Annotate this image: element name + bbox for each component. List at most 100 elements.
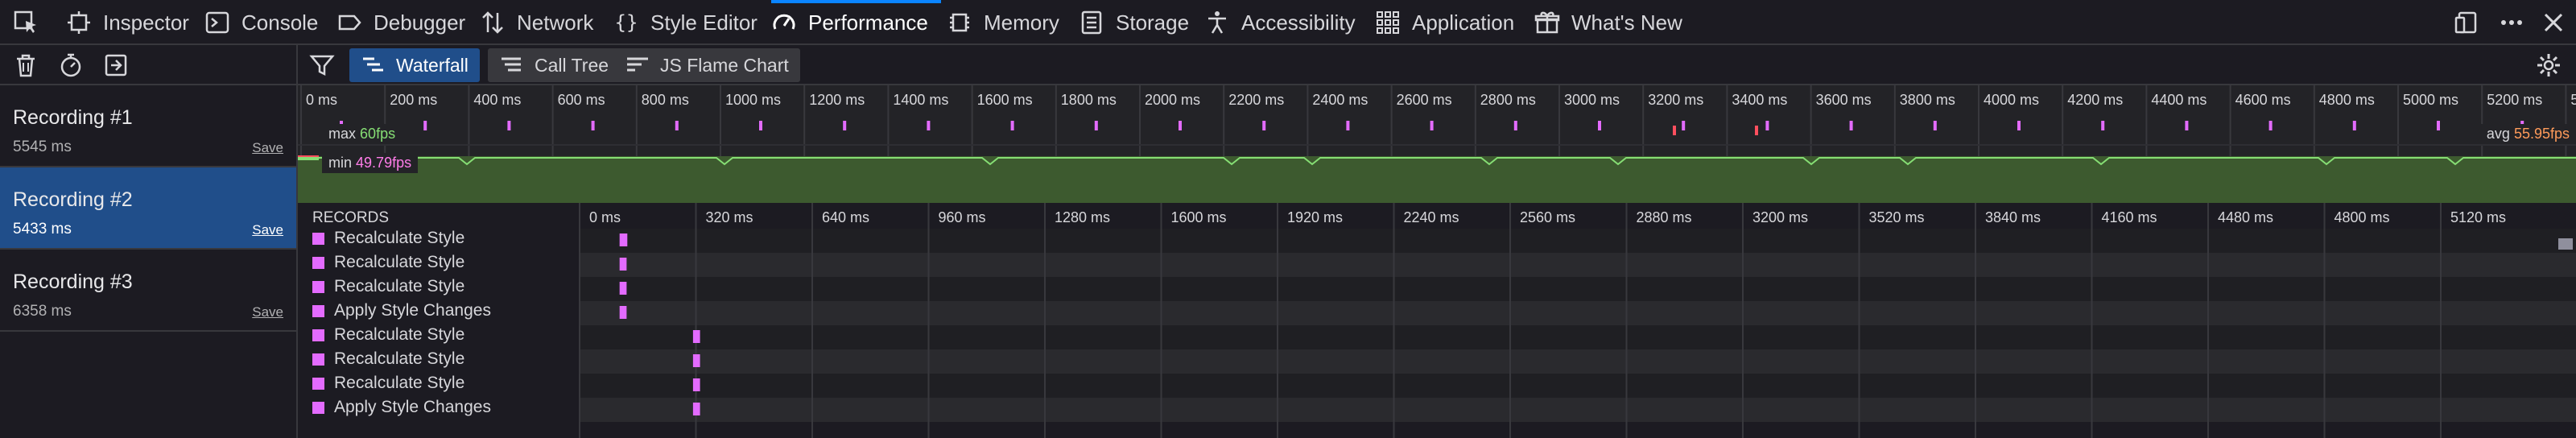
- record-type-swatch: [312, 328, 324, 341]
- tab-network-label: Network: [517, 10, 594, 35]
- waterfall-tick-label: 4480 ms: [2218, 209, 2273, 225]
- memory-icon: [947, 10, 972, 35]
- waterfall-record-marker: [619, 258, 627, 271]
- save-recording-link[interactable]: Save: [252, 304, 283, 320]
- waterfall-tick-label: 0 ms: [589, 209, 621, 225]
- waterfall-tick-label: 1600 ms: [1171, 209, 1227, 225]
- waterfall-tick-label: 1920 ms: [1287, 209, 1343, 225]
- more-options-icon[interactable]: [2499, 10, 2524, 35]
- tab-network[interactable]: Network: [480, 0, 593, 45]
- waterfall-record-marker: [692, 403, 700, 415]
- tab-performance[interactable]: Performance: [771, 0, 941, 45]
- import-icon[interactable]: [103, 52, 129, 78]
- debugger-icon: [336, 10, 362, 35]
- tab-whats-new[interactable]: What's New: [1534, 0, 1682, 45]
- devtools-toolbar: Inspector Console Debugger Network {} St…: [0, 0, 2576, 45]
- overview-tick-label: 2200 ms: [1228, 92, 1284, 108]
- waterfall-record-row[interactable]: Recalculate Style: [312, 253, 464, 272]
- waterfall-record-row[interactable]: Apply Style Changes: [312, 301, 491, 320]
- overview-tick-label: 2600 ms: [1397, 92, 1452, 108]
- tab-memory[interactable]: Memory: [947, 0, 1059, 45]
- filter-icon[interactable]: [309, 52, 335, 78]
- overview-tick-label: 3400 ms: [1732, 92, 1787, 108]
- overview-tick-label: 4200 ms: [2067, 92, 2123, 108]
- overview-tick-label: 3200 ms: [1648, 92, 1703, 108]
- close-icon[interactable]: [2541, 10, 2566, 35]
- gear-icon[interactable]: [2536, 52, 2562, 78]
- fps-max-value: 60: [360, 126, 377, 142]
- overview-style-marker: [1430, 121, 1434, 130]
- overview-tick-label: 2800 ms: [1480, 92, 1536, 108]
- overview-tick-label: 1000 ms: [725, 92, 781, 108]
- tab-inspector[interactable]: Inspector: [66, 0, 189, 45]
- trash-icon[interactable]: [13, 52, 39, 78]
- tab-application-label: Application: [1412, 10, 1515, 35]
- overview-style-marker: [2268, 121, 2273, 130]
- tab-storage[interactable]: Storage: [1079, 0, 1189, 45]
- tab-application[interactable]: Application: [1375, 0, 1514, 45]
- tab-waterfall[interactable]: Waterfall: [349, 48, 480, 82]
- overview-red-marker: [1673, 126, 1676, 135]
- fps-min-label: min 49.79fps: [322, 153, 419, 173]
- timeline-overview[interactable]: 0 ms 200 ms 400 ms 600 ms 800 ms 1000 ms 1200 …: [298, 85, 2576, 203]
- recording-name: Recording #3: [13, 271, 133, 293]
- waterfall-record-marker: [692, 354, 700, 367]
- waterfall-record-marker: [619, 306, 627, 319]
- waterfall-row-stripe: [580, 229, 2576, 253]
- fps-max-caption: max: [328, 126, 357, 142]
- recording-duration: 5433 ms: [13, 221, 72, 238]
- waterfall-view[interactable]: 0 ms 320 ms 640 ms 960 ms 1280 ms 1600 ms 1920…: [298, 203, 2576, 438]
- overview-style-marker: [1765, 121, 1769, 130]
- waterfall-record-row[interactable]: Recalculate Style: [312, 277, 464, 296]
- storage-icon: [1079, 10, 1104, 35]
- tab-console[interactable]: Console: [204, 0, 318, 45]
- overview-style-marker: [927, 121, 931, 130]
- overview-tick-label: 3800 ms: [1900, 92, 1955, 108]
- waterfall-row-stripe: [580, 349, 2576, 374]
- tab-js-flame-chart-label: JS Flame Chart: [660, 54, 789, 76]
- waterfall-tick-label: 640 ms: [822, 209, 869, 225]
- overview-style-marker: [1849, 121, 1853, 130]
- recording-item[interactable]: Recording #1 5545 ms Save: [0, 85, 296, 167]
- dock-side-icon[interactable]: [2454, 10, 2479, 35]
- pick-element-icon[interactable]: [13, 10, 39, 35]
- record-name: Recalculate Style: [334, 229, 465, 247]
- fps-min-unit: fps: [392, 155, 412, 171]
- save-recording-link[interactable]: Save: [252, 140, 283, 156]
- waterfall-record-marker: [692, 378, 700, 391]
- waterfall-record-row[interactable]: Recalculate Style: [312, 229, 464, 248]
- overview-tick-label: 1200 ms: [809, 92, 865, 108]
- waterfall-tick-label: 2560 ms: [1520, 209, 1575, 225]
- tab-debugger[interactable]: Debugger: [336, 0, 465, 45]
- overview-tick-label: 3000 ms: [1564, 92, 1620, 108]
- waterfall-scrollbar-thumb: [2558, 238, 2573, 250]
- waterfall-row-stripe: [580, 277, 2576, 301]
- overview-style-marker: [507, 121, 511, 130]
- tab-storage-label: Storage: [1116, 10, 1190, 35]
- waterfall-tick-label: 3200 ms: [1752, 209, 1808, 225]
- recording-item[interactable]: Recording #3 6358 ms Save: [0, 250, 296, 332]
- fps-graph-fill: [298, 156, 2576, 203]
- waterfall-record-row[interactable]: Recalculate Style: [312, 325, 464, 345]
- record-type-swatch: [312, 353, 324, 366]
- waterfall-record-row[interactable]: Recalculate Style: [312, 374, 464, 393]
- save-recording-link[interactable]: Save: [252, 222, 283, 238]
- overview-tick-label: 4800 ms: [2319, 92, 2375, 108]
- tab-waterfall-label: Waterfall: [396, 54, 469, 76]
- overview-tick-label: 1400 ms: [893, 92, 948, 108]
- recording-item-selected[interactable]: Recording #2 5433 ms Save: [0, 167, 296, 250]
- tab-js-flame-chart[interactable]: JS Flame Chart: [613, 48, 800, 82]
- overview-tick-label: 200 ms: [390, 92, 437, 108]
- waterfall-record-row[interactable]: Recalculate Style: [312, 349, 464, 369]
- recordings-sidebar: Recording #1 5545 ms Save Recording #2 5…: [0, 45, 298, 438]
- tab-accessibility[interactable]: Accessibility: [1204, 0, 1356, 45]
- record-name: Apply Style Changes: [334, 301, 491, 320]
- overview-tick-label: 600 ms: [558, 92, 605, 108]
- tab-style-editor[interactable]: {} Style Editor: [613, 0, 758, 45]
- stopwatch-icon[interactable]: [58, 52, 84, 78]
- flame-chart-icon: [625, 52, 650, 78]
- waterfall-record-row[interactable]: Apply Style Changes: [312, 398, 491, 417]
- tab-call-tree[interactable]: Call Tree: [488, 48, 621, 82]
- overview-style-marker: [1094, 121, 1098, 130]
- waterfall-tick-label: 4160 ms: [2102, 209, 2157, 225]
